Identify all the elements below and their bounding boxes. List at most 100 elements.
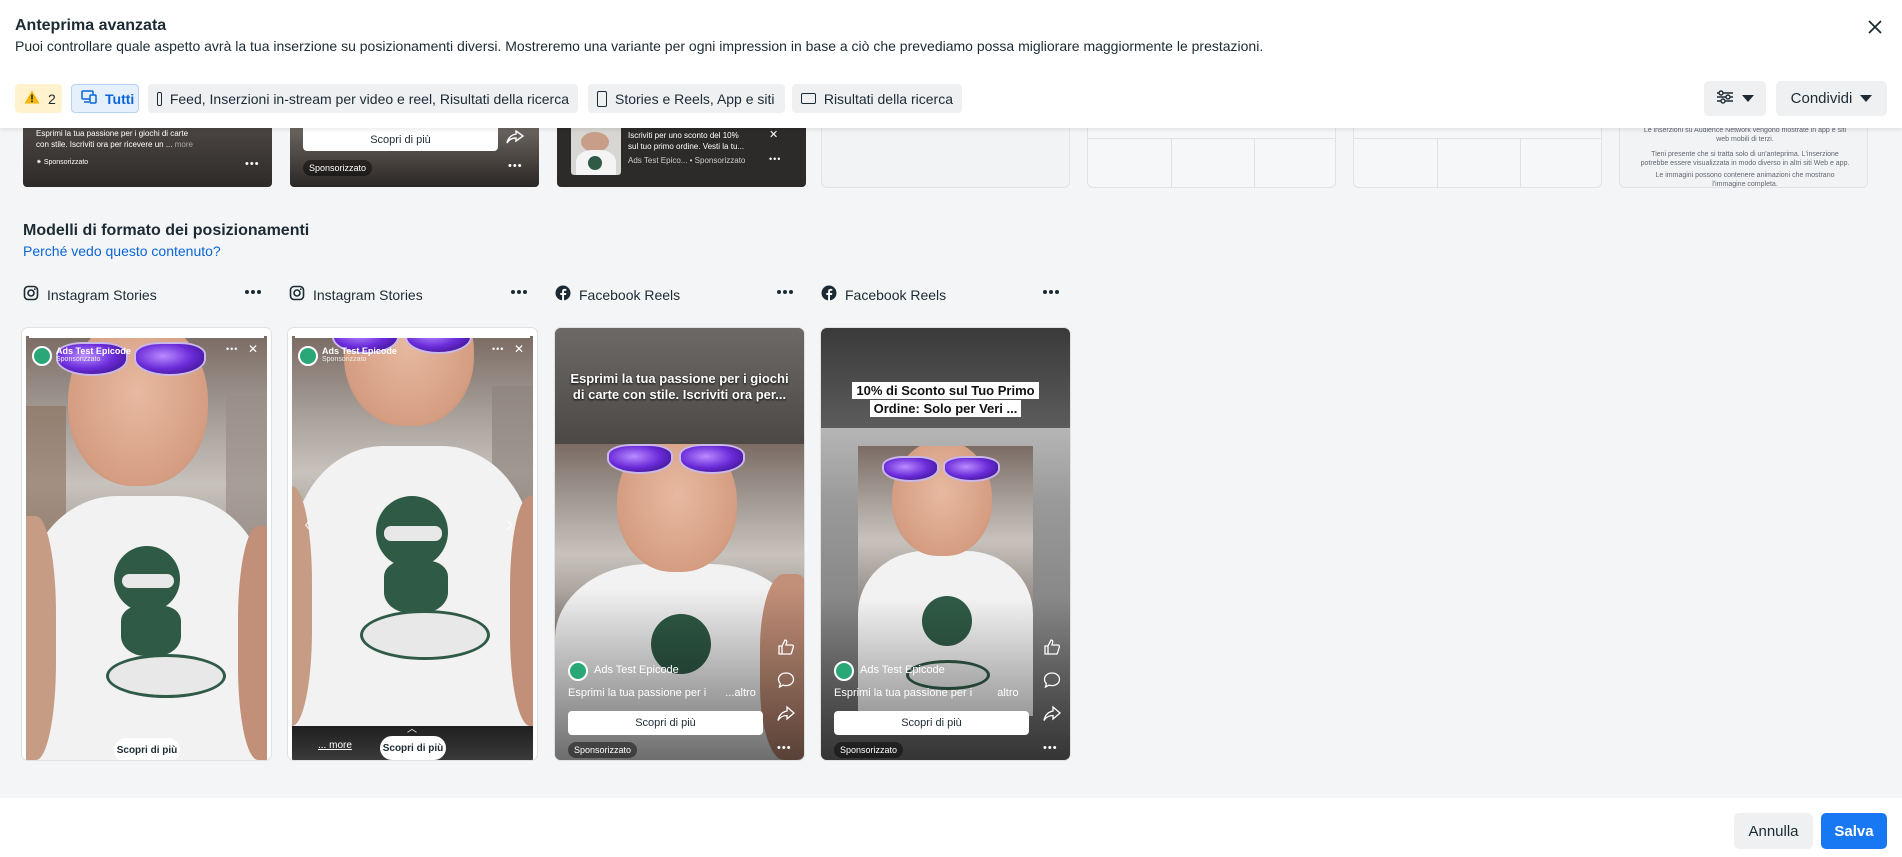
strip-card3-meta: Ads Test Epicο... • Sponsorizzato <box>628 156 746 165</box>
like-icon[interactable] <box>1043 638 1061 656</box>
strip-card1-sponsored: Sponsorizzato <box>43 159 89 166</box>
filter-chip-search[interactable]: Risultati della ricerca <box>792 84 962 113</box>
phone-icon <box>597 90 607 107</box>
chevron-down-icon <box>1742 95 1754 102</box>
reel-caption-text: Esprimi la tua passione per i <box>834 687 973 699</box>
story-media: Ads Test Epicode Sponsorizzato ••• ✕ Sco… <box>26 336 267 760</box>
filter-chip-all[interactable]: Tutti <box>71 84 139 113</box>
warnings-chip[interactable]: 2 <box>15 84 62 113</box>
chevron-right-icon[interactable]: › <box>506 511 513 537</box>
placement-label-fb-reels-2: Facebook Reels <box>821 285 946 304</box>
filter-stories-label: Stories e Reels, App e siti <box>615 90 775 107</box>
share-label: Condividi <box>1790 90 1853 107</box>
more-options-icon[interactable]: ••• <box>1043 742 1058 754</box>
why-am-i-seeing-this-link[interactable]: Perché vedo questo contenuto? <box>23 243 221 259</box>
dialog-footer <box>0 798 1902 857</box>
more-options-icon[interactable]: ••• <box>226 344 238 354</box>
chevron-left-icon[interactable]: ‹ <box>304 511 311 537</box>
placement-label-ig-stories-2: Instagram Stories <box>289 285 423 304</box>
more-options-icon[interactable]: ••• <box>492 344 504 354</box>
audience-network-note-2: Tieni presente che si tratta solo di un'… <box>1640 151 1850 167</box>
audience-network-note-1: Le inserzioni su Audience Network vengon… <box>1643 128 1847 143</box>
dialog-subtitle: Puoi controllare quale aspetto avrà la t… <box>15 38 1264 54</box>
more-options-icon[interactable] <box>777 290 793 296</box>
filter-chip-feed[interactable]: Feed, Inserzioni in-stream per video e r… <box>148 84 578 113</box>
ad-photo: ‹ › <box>292 336 533 726</box>
story-progress-bar <box>295 336 530 338</box>
reel-page-name: Ads Test Epicode <box>860 664 945 676</box>
strip-card3-line2: sul tuo primo ordine. Vesti la tu... <box>628 142 745 151</box>
like-icon[interactable] <box>777 638 795 656</box>
preview-scroll-area[interactable]: Esprimi la tua passione per i giochi di … <box>0 128 1902 798</box>
share-dropdown-button[interactable]: Condividi <box>1776 81 1887 116</box>
chevron-up-icon: ︿ <box>407 724 417 735</box>
more-options-icon[interactable]: ••• <box>777 742 792 754</box>
comment-icon[interactable] <box>777 671 795 689</box>
story-page-name: Ads Test Epicode <box>56 346 131 356</box>
more-options-icon[interactable] <box>245 290 261 296</box>
story-cta-button[interactable]: Scopri di più <box>380 736 446 760</box>
share-icon[interactable] <box>1043 705 1061 723</box>
feed-square-icon <box>157 91 162 106</box>
avatar <box>298 346 318 366</box>
close-icon[interactable]: ✕ <box>514 342 524 356</box>
strip-card2-sponsored: Sponsorizzato <box>303 160 373 176</box>
reel-sponsored: Sponsorizzato <box>834 742 904 758</box>
filter-feed-label: Feed, Inserzioni in-stream per video e r… <box>169 90 569 107</box>
close-icon[interactable]: ✕ <box>769 128 778 141</box>
story-sponsored: Sponsorizzato <box>56 356 101 363</box>
placement-name: Instagram Stories <box>47 286 157 303</box>
reel-caption-text: Esprimi la tua passione per i <box>568 687 707 699</box>
reel-cta-button[interactable]: Scopri di più <box>834 711 1029 735</box>
share-icon[interactable] <box>506 129 525 144</box>
strip-card2-cta-button[interactable]: Scopri di più <box>303 128 498 151</box>
search-result-icon <box>801 93 816 104</box>
close-icon[interactable] <box>1862 14 1888 40</box>
instagram-icon <box>289 285 305 304</box>
story-cta-button[interactable]: Scopri di più <box>114 738 180 760</box>
more-options-icon[interactable] <box>511 290 527 296</box>
story-more-link[interactable]: ... more <box>318 740 352 751</box>
placement-name: Facebook Reels <box>579 286 681 303</box>
preview-card-ig-story-2[interactable]: ‹ › Ads Test Epicode Sponsorizzato ••• ✕… <box>288 328 537 760</box>
reel-more-link[interactable]: altro <box>997 687 1018 699</box>
strip-card-audience-network: Le inserzioni su Audience Network vengon… <box>1619 128 1868 188</box>
section-title: Modelli di formato dei posizionamenti <box>23 222 310 239</box>
strip-card-right-column: Iscriviti per uno sconto del 10% sul tuo… <box>557 128 806 187</box>
filter-chip-stories[interactable]: Stories e Reels, App e siti <box>588 84 785 113</box>
reel-overlay-text: 10% di Sconto sul Tuo Primo Ordine: Solo… <box>852 382 1039 417</box>
placement-label-ig-stories-1: Instagram Stories <box>23 285 157 304</box>
avatar <box>568 661 588 681</box>
chevron-down-icon <box>1860 95 1873 102</box>
reel-cta-button[interactable]: Scopri di più <box>568 711 763 735</box>
view-settings-button[interactable] <box>1704 81 1766 116</box>
cancel-button[interactable]: Annulla <box>1734 813 1813 849</box>
preview-card-fb-reel-2[interactable]: 10% di Sconto sul Tuo Primo Ordine: Solo… <box>821 328 1070 760</box>
reel-more-link[interactable]: ...altro <box>725 687 756 699</box>
devices-icon <box>81 90 97 107</box>
instagram-icon <box>23 285 39 304</box>
comment-icon[interactable] <box>1043 671 1061 689</box>
reel-page-name: Ads Test Epicode <box>594 664 679 676</box>
facebook-icon <box>555 285 571 304</box>
preview-card-fb-reel-1[interactable]: Esprimi la tua passione per i giochi di … <box>555 328 804 760</box>
more-options-icon[interactable]: ••• <box>508 160 523 172</box>
reel-overlay-text: Esprimi la tua passione per i giochi di … <box>570 371 789 402</box>
more-options-icon[interactable]: ••• <box>769 154 781 164</box>
more-options-icon[interactable] <box>1043 290 1059 296</box>
save-button[interactable]: Salva <box>1821 813 1887 849</box>
dialog-title: Anteprima avanzata <box>15 17 167 34</box>
story-page-name: Ads Test Epicode <box>322 346 397 356</box>
reel-caption: Esprimi la tua passione per i altro <box>834 687 1019 699</box>
strip-card1-text1: Esprimi la tua passione per i giochi di … <box>36 129 189 138</box>
preview-card-ig-story-1[interactable]: Ads Test Epicode Sponsorizzato ••• ✕ Sco… <box>22 328 271 760</box>
story-media: ‹ › Ads Test Epicode Sponsorizzato ••• ✕… <box>292 336 533 760</box>
strip-card3-line1: Iscriviti per uno sconto del 10% <box>628 131 739 140</box>
share-icon[interactable] <box>777 705 795 723</box>
strip-card1-more[interactable]: more <box>175 140 193 149</box>
more-options-icon[interactable]: ••• <box>245 158 260 170</box>
close-icon[interactable]: ✕ <box>248 342 258 356</box>
strip-card1-text2: con stile. Iscriviti ora per ricevere un… <box>36 140 173 149</box>
story-progress-bar <box>29 336 264 338</box>
warnings-count: 2 <box>48 90 56 107</box>
